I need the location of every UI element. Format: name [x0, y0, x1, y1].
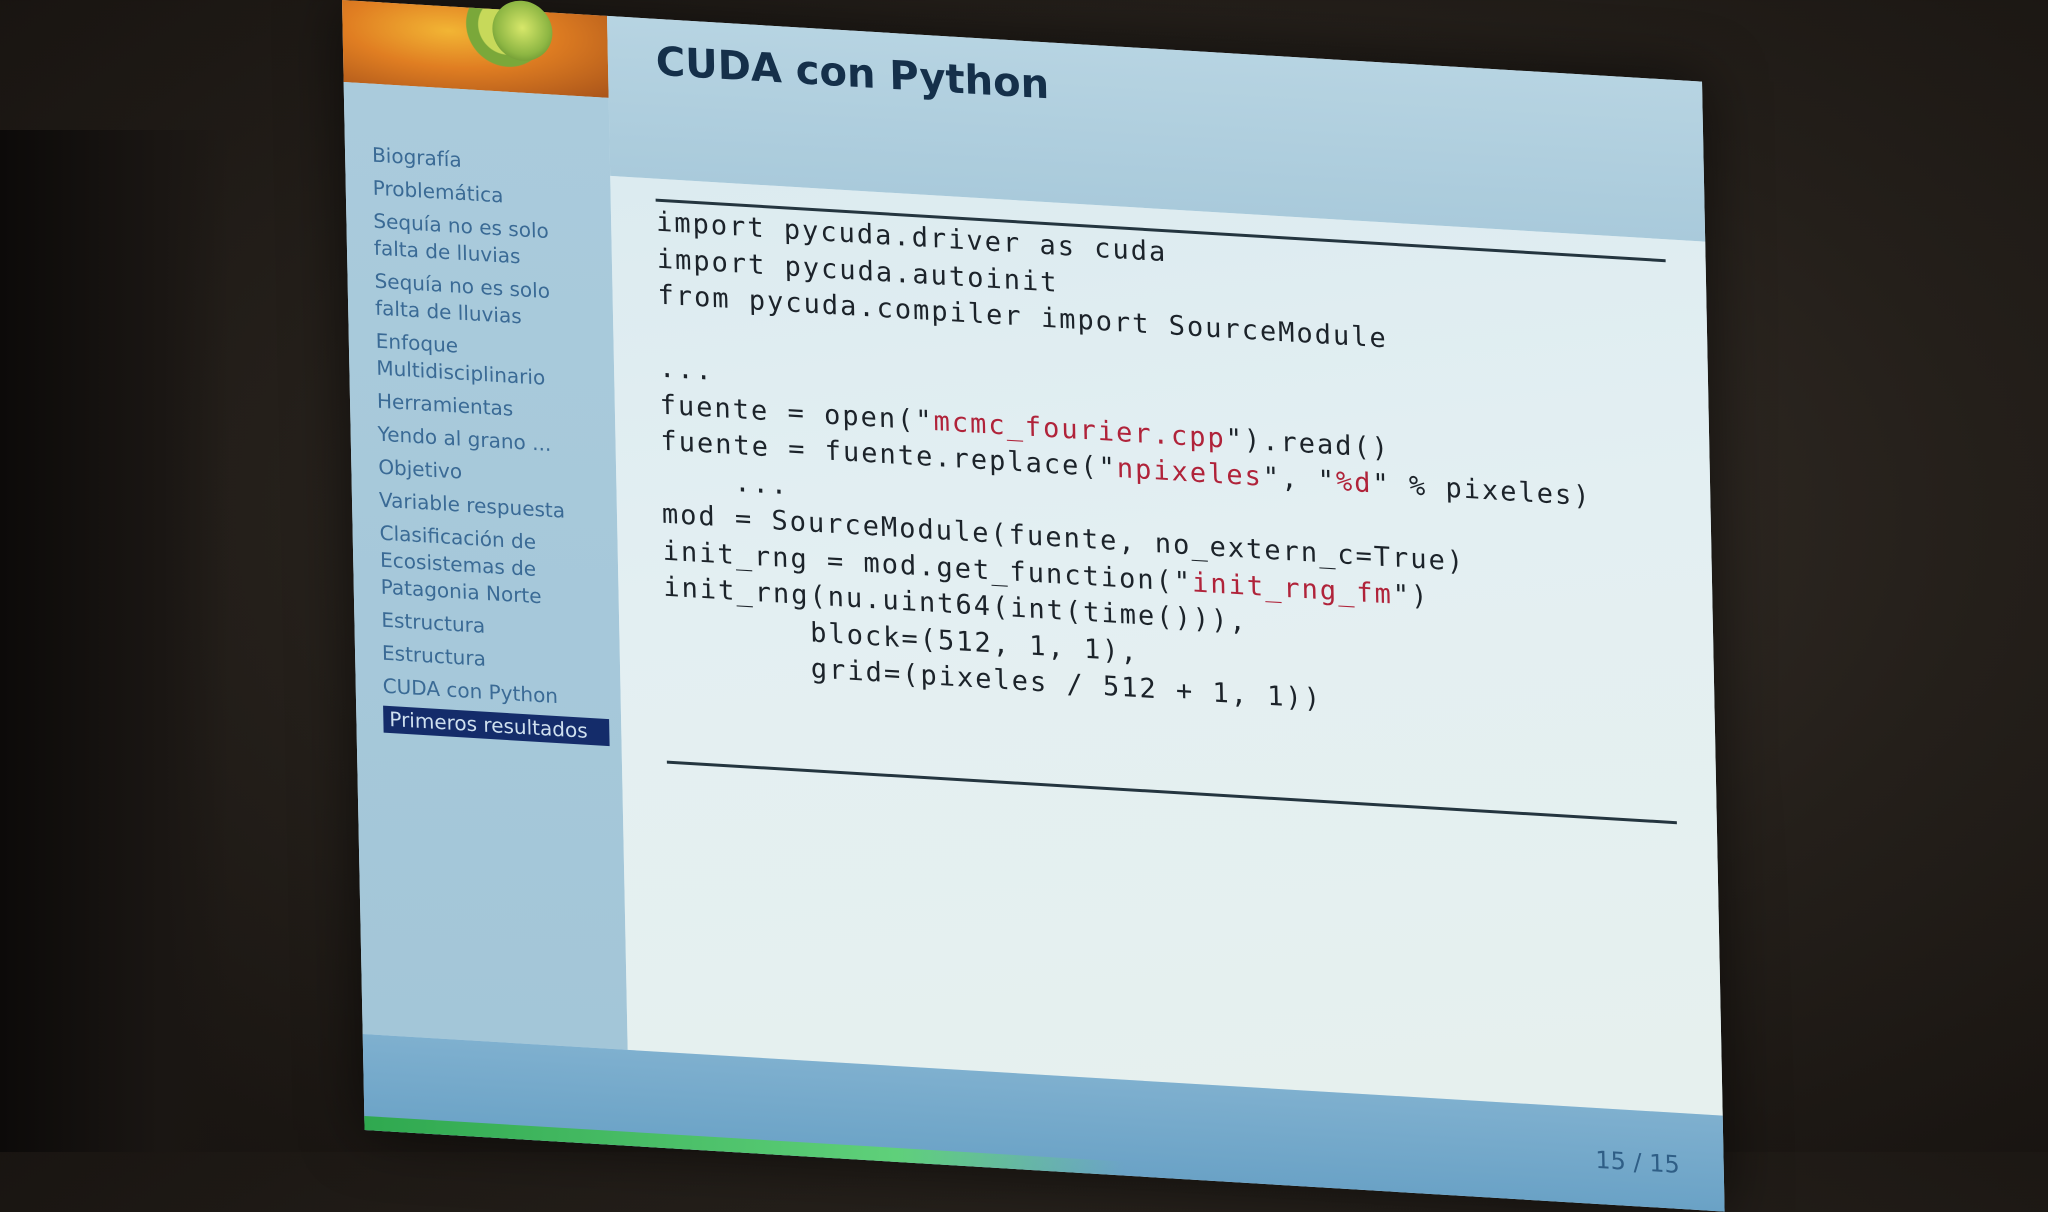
- flower-logo: [342, 0, 609, 98]
- sidebar-item[interactable]: Sequía no es solo falta de lluvias: [373, 208, 594, 275]
- code-listing: import pycuda.driver as cuda import pycud…: [656, 205, 1597, 735]
- code-text: ...: [658, 352, 715, 387]
- code-text: ", ": [1262, 461, 1337, 498]
- flower-center-icon: [491, 0, 553, 63]
- sidebar-item[interactable]: Primeros resultados: [383, 705, 610, 747]
- code-text: ...: [660, 462, 790, 501]
- code-text: "): [1392, 578, 1430, 613]
- page-number: 15 / 15: [1595, 1145, 1680, 1179]
- slide-content: import pycuda.driver as cuda import pycud…: [610, 175, 1723, 1116]
- sidebar-navigation: Biografía Problemática Sequía no es solo f…: [343, 82, 628, 1050]
- foreground-dark-object: [0, 130, 230, 1152]
- projected-slide: CUDA con Python Biografía Problemática Seq…: [342, 0, 1725, 1212]
- code-bottom-rule: [666, 760, 1677, 825]
- sidebar-nav-list: Biografía Problemática Sequía no es solo f…: [344, 82, 622, 747]
- code-string-literal: npixeles: [1116, 452, 1264, 493]
- slide-title: CUDA con Python: [655, 38, 1050, 109]
- sidebar-item[interactable]: Enfoque Multidisciplinario: [376, 328, 597, 395]
- sidebar-item[interactable]: Clasificación de Ecosistemas de Patagoni…: [379, 520, 601, 614]
- code-string-literal: %d: [1335, 466, 1373, 500]
- progress-strip: [364, 1116, 1125, 1176]
- code-text: ").read(): [1225, 423, 1391, 464]
- sidebar-item[interactable]: Sequía no es solo falta de lluvias: [374, 268, 595, 335]
